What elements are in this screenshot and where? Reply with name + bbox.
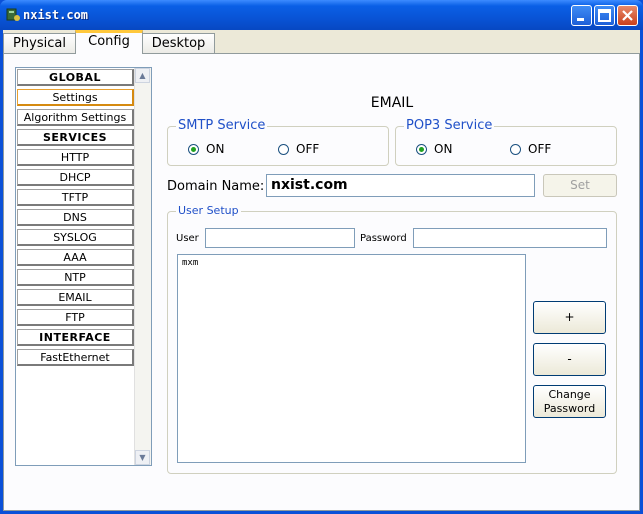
window-title: nxist.com: [23, 8, 89, 22]
title-bar[interactable]: nxist.com: [0, 0, 643, 30]
password-input[interactable]: [413, 228, 607, 248]
sidebar-item-http[interactable]: HTTP: [17, 149, 134, 166]
pop3-on-radio[interactable]: ON: [416, 142, 452, 156]
user-setup-legend: User Setup: [176, 204, 241, 217]
close-icon: [622, 10, 633, 21]
window-client-area: Physical Config Desktop GLOBAL Settings Al…: [3, 30, 640, 511]
email-settings: EMAIL SMTP Service ON OFF POP3 Service O…: [167, 67, 617, 487]
change-password-button[interactable]: Change Password: [533, 385, 606, 418]
minimize-button[interactable]: [571, 5, 592, 26]
pop3-off-radio[interactable]: OFF: [510, 142, 551, 156]
sidebar-item-aaa[interactable]: AAA: [17, 249, 134, 266]
app-window: nxist.com Physical Config Desktop GLOBAL…: [0, 0, 643, 514]
config-panel: GLOBAL Settings Algorithm Settings SERVICES…: [3, 53, 640, 511]
tab-config[interactable]: Config: [75, 30, 143, 54]
tab-physical[interactable]: Physical: [3, 33, 76, 53]
maximize-icon: [598, 9, 611, 22]
page-title: EMAIL: [370, 95, 414, 111]
smtp-off-label: OFF: [296, 142, 320, 156]
sidebar-item-interface: INTERFACE: [17, 329, 134, 346]
user-label: User: [176, 233, 199, 244]
pop3-service-legend: POP3 Service: [404, 118, 495, 133]
sidebar-scrollbar[interactable]: ▲ ▼: [134, 68, 151, 465]
pop3-off-label: OFF: [528, 142, 552, 156]
sidebar-item-dhcp[interactable]: DHCP: [17, 169, 134, 186]
minimize-icon: [577, 18, 584, 21]
sidebar-item-tftp[interactable]: TFTP: [17, 189, 134, 206]
smtp-service-legend: SMTP Service: [176, 118, 268, 133]
domain-name-label: Domain Name:: [167, 179, 265, 194]
smtp-service-group: SMTP Service ON OFF: [167, 118, 389, 166]
radio-selected-icon: [188, 144, 199, 155]
smtp-off-radio[interactable]: OFF: [278, 142, 319, 156]
radio-unselected-icon: [278, 144, 289, 155]
radio-selected-icon: [416, 144, 427, 155]
domain-name-input[interactable]: nxist.com: [266, 174, 535, 197]
config-sidebar: GLOBAL Settings Algorithm Settings SERVICES…: [15, 67, 152, 466]
pop3-service-group: POP3 Service ON OFF: [395, 118, 617, 166]
set-button[interactable]: Set: [543, 174, 617, 197]
tab-strip: Physical Config Desktop: [3, 30, 640, 54]
scroll-up-button[interactable]: ▲: [135, 68, 150, 83]
user-list[interactable]: mxm: [177, 254, 526, 463]
maximize-button[interactable]: [594, 5, 615, 26]
close-button[interactable]: [617, 5, 638, 26]
smtp-on-radio[interactable]: ON: [188, 142, 224, 156]
sidebar-item-services: SERVICES: [17, 129, 134, 146]
remove-user-button[interactable]: -: [533, 343, 606, 376]
chevron-down-icon: ▼: [139, 453, 146, 462]
sidebar-item-settings[interactable]: Settings: [17, 89, 134, 106]
radio-unselected-icon: [510, 144, 521, 155]
smtp-on-label: ON: [206, 142, 225, 156]
sidebar-item-fastethernet[interactable]: FastEthernet: [17, 349, 134, 366]
password-label: Password: [360, 233, 407, 244]
sidebar-item-algorithm-settings[interactable]: Algorithm Settings: [17, 109, 134, 126]
list-item[interactable]: mxm: [182, 258, 521, 268]
user-setup-group: User Setup User Password mxm + - Change …: [167, 204, 617, 474]
chevron-up-icon: ▲: [139, 71, 146, 80]
scroll-down-button[interactable]: ▼: [135, 450, 150, 465]
add-user-button[interactable]: +: [533, 301, 606, 334]
sidebar-item-ntp[interactable]: NTP: [17, 269, 134, 286]
server-icon: [6, 8, 20, 21]
sidebar-item-ftp[interactable]: FTP: [17, 309, 134, 326]
pop3-on-label: ON: [434, 142, 453, 156]
sidebar-item-global: GLOBAL: [17, 69, 134, 86]
sidebar-item-email[interactable]: EMAIL: [17, 289, 134, 306]
sidebar-item-syslog[interactable]: SYSLOG: [17, 229, 134, 246]
user-input[interactable]: [205, 228, 355, 248]
sidebar-item-dns[interactable]: DNS: [17, 209, 134, 226]
tab-desktop[interactable]: Desktop: [142, 33, 215, 53]
